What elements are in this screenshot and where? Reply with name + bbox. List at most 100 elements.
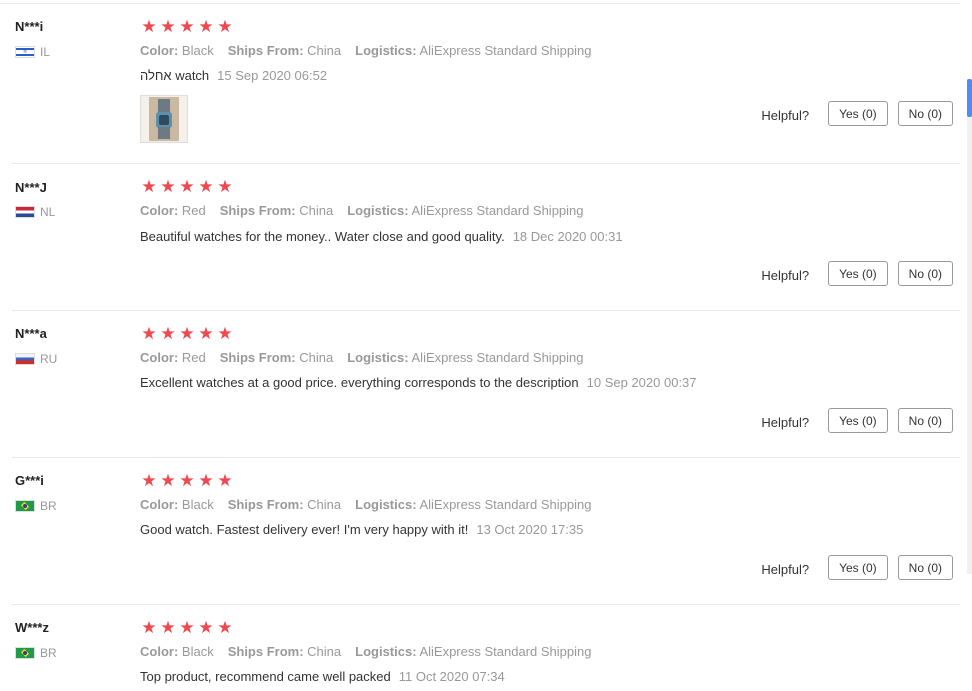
- star-icon: ★: [160, 17, 176, 36]
- scrollbar-thumb[interactable]: [967, 79, 972, 117]
- review-date: 13 Oct 2020 17:35: [476, 522, 584, 537]
- reviewer-country: NL: [15, 205, 55, 219]
- review-text: Beautiful watches for the money.. Water …: [140, 229, 623, 244]
- review-item: N***i ✡ IL ★ ★ ★ ★ ★ Color: Black Ships From:…: [0, 0, 960, 164]
- review-body: Good watch. Fastest delivery ever! I'm v…: [140, 522, 469, 537]
- russia-flag-icon: [15, 353, 35, 365]
- ships-from-value: China: [307, 497, 342, 512]
- color-value: Red: [181, 350, 206, 365]
- product-attributes: Color: Black Ships From: China Logistics: …: [140, 497, 591, 512]
- watch-photo-icon: [149, 97, 179, 141]
- color-label: Color:: [140, 644, 179, 659]
- ships-from-value: China: [307, 644, 342, 659]
- review-photo-thumbnail[interactable]: [140, 95, 188, 143]
- star-icon: ★: [179, 324, 195, 343]
- star-icon: ★: [198, 324, 214, 343]
- reviewer-name: N***J: [15, 180, 47, 195]
- ships-from-value: China: [299, 203, 334, 218]
- country-code: NL: [40, 205, 56, 219]
- star-icon: ★: [179, 17, 195, 36]
- ships-from-label: Ships From:: [227, 497, 304, 512]
- star-icon: ★: [179, 471, 195, 490]
- logistics-label: Logistics:: [355, 43, 417, 58]
- helpful-yes-button[interactable]: Yes (0): [828, 261, 888, 286]
- logistics-label: Logistics:: [347, 350, 409, 365]
- reviewer-country: ✡ IL: [15, 45, 50, 59]
- logistics-label: Logistics:: [355, 497, 417, 512]
- rating-stars: ★ ★ ★ ★ ★: [140, 18, 234, 35]
- review-text: אחלה watch 15 Sep 2020 06:52: [140, 68, 327, 83]
- star-icon: ★: [141, 618, 157, 637]
- page-scrollbar[interactable]: [967, 79, 972, 574]
- star-icon: ★: [217, 618, 233, 637]
- reviewer-name: N***i: [15, 19, 44, 34]
- review-item: N***J NL ★ ★ ★ ★ ★ Color: Red Ships From: Chi…: [0, 164, 960, 311]
- review-text: Excellent watches at a good price. every…: [140, 375, 697, 390]
- review-text: Good watch. Fastest delivery ever! I'm v…: [140, 522, 583, 537]
- review-date: 11 Oct 2020 07:34: [398, 669, 505, 684]
- ships-from-label: Ships From:: [219, 203, 296, 218]
- star-icon: ★: [217, 17, 233, 36]
- helpful-yes-button[interactable]: Yes (0): [828, 408, 888, 433]
- reviewer-country: RU: [15, 352, 57, 366]
- reviewer-country: BR: [15, 646, 57, 660]
- color-value: Black: [181, 497, 214, 512]
- logistics-value: AliExpress Standard Shipping: [411, 203, 584, 218]
- rating-stars: ★ ★ ★ ★ ★: [140, 325, 234, 342]
- star-icon: ★: [198, 471, 214, 490]
- review-item: N***a RU ★ ★ ★ ★ ★ Color: Red Ships From: Chi…: [0, 311, 960, 458]
- color-value: Red: [181, 203, 206, 218]
- helpful-label: Helpful?: [761, 108, 810, 123]
- product-attributes: Color: Red Ships From: China Logistics: Al…: [140, 350, 584, 365]
- review-item: W***z BR ★ ★ ★ ★ ★ Color: Black Ships From: C…: [0, 605, 960, 691]
- star-icon: ★: [179, 618, 195, 637]
- review-body: אחלה watch: [140, 68, 210, 83]
- logistics-label: Logistics:: [355, 644, 417, 659]
- color-value: Black: [181, 43, 214, 58]
- star-icon: ★: [160, 177, 176, 196]
- ships-from-label: Ships From:: [227, 43, 304, 58]
- review-body: Top product, recommend came well packed: [140, 669, 391, 684]
- israel-flag-icon: ✡: [15, 46, 35, 58]
- star-icon: ★: [141, 471, 157, 490]
- helpful-no-button[interactable]: No (0): [897, 261, 953, 286]
- helpful-yes-button[interactable]: Yes (0): [828, 101, 888, 126]
- country-code: BR: [40, 646, 57, 660]
- product-attributes: Color: Black Ships From: China Logistics: …: [140, 43, 591, 58]
- helpful-no-button[interactable]: No (0): [897, 101, 953, 126]
- review-date: 15 Sep 2020 06:52: [217, 68, 328, 83]
- reviewer-name: G***i: [15, 473, 44, 488]
- helpful-yes-button[interactable]: Yes (0): [828, 555, 888, 580]
- review-body: Excellent watches at a good price. every…: [140, 375, 579, 390]
- color-label: Color:: [140, 43, 179, 58]
- logistics-value: AliExpress Standard Shipping: [411, 350, 584, 365]
- ships-from-label: Ships From:: [219, 350, 296, 365]
- rating-stars: ★ ★ ★ ★ ★: [140, 472, 234, 489]
- helpful-label: Helpful?: [761, 268, 810, 283]
- country-code: BR: [40, 499, 57, 513]
- star-icon: ★: [179, 177, 195, 196]
- color-value: Black: [181, 644, 214, 659]
- star-icon: ★: [141, 324, 157, 343]
- ships-from-value: China: [299, 350, 334, 365]
- helpful-controls: Helpful? Yes (0) No (0): [761, 408, 953, 433]
- product-attributes: Color: Red Ships From: China Logistics: Al…: [140, 203, 584, 218]
- helpful-controls: Helpful? Yes (0) No (0): [761, 555, 953, 580]
- rating-stars: ★ ★ ★ ★ ★: [140, 178, 234, 195]
- brazil-flag-icon: [15, 500, 35, 512]
- helpful-controls: Helpful? Yes (0) No (0): [761, 101, 953, 126]
- review-body: Beautiful watches for the money.. Water …: [140, 229, 505, 244]
- review-text: Top product, recommend came well packed 1…: [140, 669, 505, 684]
- star-icon: ★: [160, 618, 176, 637]
- helpful-no-button[interactable]: No (0): [897, 555, 953, 580]
- star-icon: ★: [160, 324, 176, 343]
- product-attributes: Color: Black Ships From: China Logistics: …: [140, 644, 591, 659]
- star-icon: ★: [217, 324, 233, 343]
- star-icon: ★: [198, 618, 214, 637]
- color-label: Color:: [140, 203, 179, 218]
- logistics-value: AliExpress Standard Shipping: [419, 43, 592, 58]
- rating-stars: ★ ★ ★ ★ ★: [140, 619, 234, 636]
- review-date: 10 Sep 2020 00:37: [586, 375, 697, 390]
- ships-from-label: Ships From:: [227, 644, 304, 659]
- helpful-no-button[interactable]: No (0): [897, 408, 953, 433]
